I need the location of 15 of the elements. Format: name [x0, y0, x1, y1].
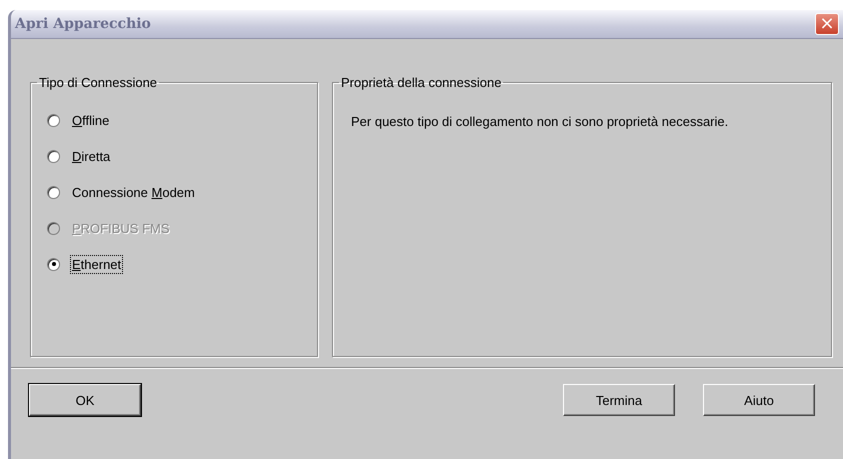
radio-label[interactable]: Ethernet — [70, 254, 124, 274]
dialog-button[interactable]: Termina — [563, 384, 675, 416]
group-title: Tipo di Connessione — [38, 75, 158, 90]
radio-label[interactable]: Connessione Modem — [70, 182, 197, 202]
radio-label[interactable]: Offline — [70, 110, 112, 130]
dialog-button[interactable]: OK — [29, 384, 141, 416]
radio-button[interactable] — [47, 114, 60, 126]
window-title: Apri Apparecchio — [14, 16, 151, 32]
radio-button[interactable] — [47, 150, 60, 162]
radio-label[interactable]: Diretta — [70, 146, 112, 166]
radio-button[interactable] — [47, 258, 60, 270]
radio-button[interactable] — [47, 186, 60, 198]
info-text: Per questo tipo di collegamento non ci sono proprietà necessarie. — [351, 114, 730, 129]
dialog-button[interactable]: Aiuto — [703, 384, 815, 416]
group-title: Proprietà della connessione — [340, 75, 502, 90]
